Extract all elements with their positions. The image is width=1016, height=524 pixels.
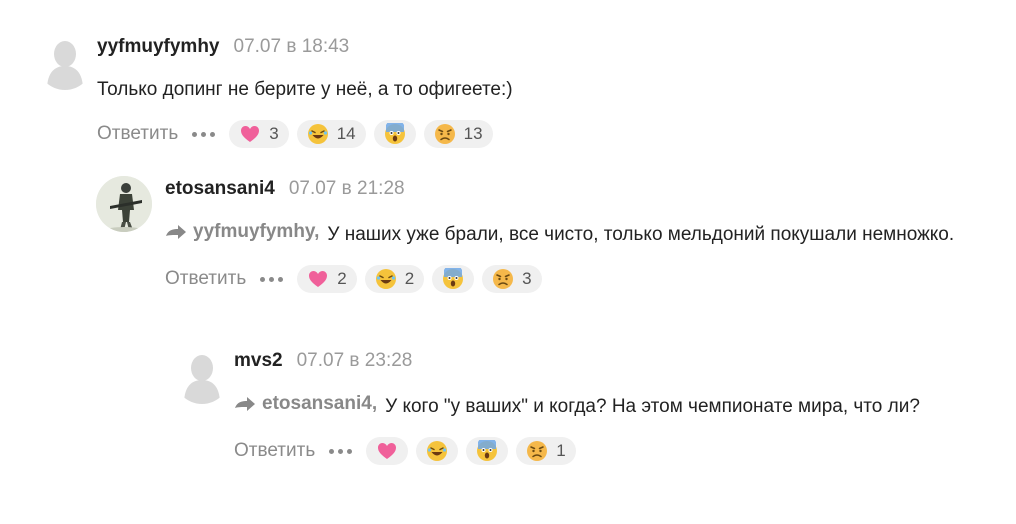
- comment-author[interactable]: mvs2: [234, 350, 283, 372]
- reaction-laugh[interactable]: [416, 437, 459, 465]
- reaction-laugh[interactable]: 2: [364, 265, 425, 293]
- comment-time[interactable]: 07.07 в 21:28: [289, 178, 405, 200]
- sad-icon: [527, 441, 548, 461]
- avatar[interactable]: [96, 176, 152, 232]
- heart-icon: [309, 271, 328, 287]
- reply-to-name: etosansani4,: [262, 393, 378, 414]
- avatar[interactable]: [37, 34, 93, 90]
- comment-text-content: У наших уже брали, все чисто, только мел…: [327, 224, 955, 245]
- more-options-icon[interactable]: [260, 276, 284, 282]
- comment-time[interactable]: 07.07 в 18:43: [234, 36, 350, 58]
- shocked-icon: [384, 123, 405, 144]
- more-options-icon[interactable]: [192, 131, 216, 137]
- reply-button[interactable]: Ответить: [165, 268, 246, 290]
- laughing-icon: [307, 124, 328, 144]
- reaction-count: 3: [522, 269, 532, 288]
- reply-to-link[interactable]: yyfmuyfymhy,: [165, 216, 319, 248]
- comment-time[interactable]: 07.07 в 23:28: [297, 350, 413, 372]
- avatar[interactable]: [174, 348, 230, 404]
- laughing-icon: [427, 441, 448, 461]
- reply-button[interactable]: Ответить: [234, 440, 315, 462]
- user-photo-icon: [96, 176, 152, 232]
- user-placeholder-icon: [47, 41, 83, 90]
- reply-to-link[interactable]: etosansani4,: [234, 388, 377, 420]
- reply-arrow-icon: [166, 225, 186, 239]
- reaction-heart[interactable]: [366, 437, 409, 465]
- sad-icon: [434, 124, 455, 144]
- reply-arrow-icon: [235, 397, 255, 411]
- reaction-shocked[interactable]: [373, 120, 416, 148]
- reaction-shocked[interactable]: [466, 437, 509, 465]
- comment-text-content: У кого "у ваших" и когда? На этом чемпио…: [385, 396, 920, 417]
- shocked-icon: [443, 268, 464, 289]
- comment-text: etosansani4, У кого "у ваших" и когда? Н…: [234, 388, 994, 423]
- reaction-sad[interactable]: 13: [423, 120, 493, 148]
- user-placeholder-icon: [184, 355, 220, 404]
- reaction-count: 13: [463, 124, 483, 143]
- reactions-bar: 2 2 3: [297, 265, 542, 293]
- comment-text: Только допинг не берите у неё, а то офиг…: [97, 74, 997, 106]
- laughing-icon: [375, 269, 396, 289]
- reaction-shocked[interactable]: [432, 265, 475, 293]
- reply-button[interactable]: Ответить: [97, 123, 178, 145]
- comment-author[interactable]: yyfmuyfymhy: [97, 36, 220, 58]
- heart-icon: [241, 126, 260, 142]
- reactions-bar: 1: [366, 437, 576, 465]
- shocked-icon: [477, 440, 498, 461]
- reaction-count: 2: [337, 269, 347, 288]
- sad-icon: [493, 269, 514, 289]
- reply-to-name: yyfmuyfymhy,: [193, 221, 320, 242]
- reaction-heart[interactable]: 3: [229, 120, 289, 148]
- reaction-count: 3: [269, 124, 279, 143]
- comment-author[interactable]: etosansani4: [165, 178, 275, 200]
- reaction-sad[interactable]: 3: [482, 265, 542, 293]
- heart-icon: [378, 443, 397, 459]
- reaction-count: 2: [404, 269, 415, 288]
- reactions-bar: 3 14 13: [229, 120, 493, 148]
- reaction-count: 1: [556, 441, 566, 460]
- comment-text: yyfmuyfymhy, У наших уже брали, все чист…: [165, 216, 996, 251]
- reaction-count: 14: [336, 124, 356, 143]
- more-options-icon[interactable]: [329, 448, 353, 454]
- reaction-laugh[interactable]: 14: [296, 120, 366, 148]
- reaction-sad[interactable]: 1: [516, 437, 576, 465]
- comment-text-content: Только допинг не берите у неё, а то офиг…: [97, 79, 513, 100]
- reaction-heart[interactable]: 2: [297, 265, 357, 293]
